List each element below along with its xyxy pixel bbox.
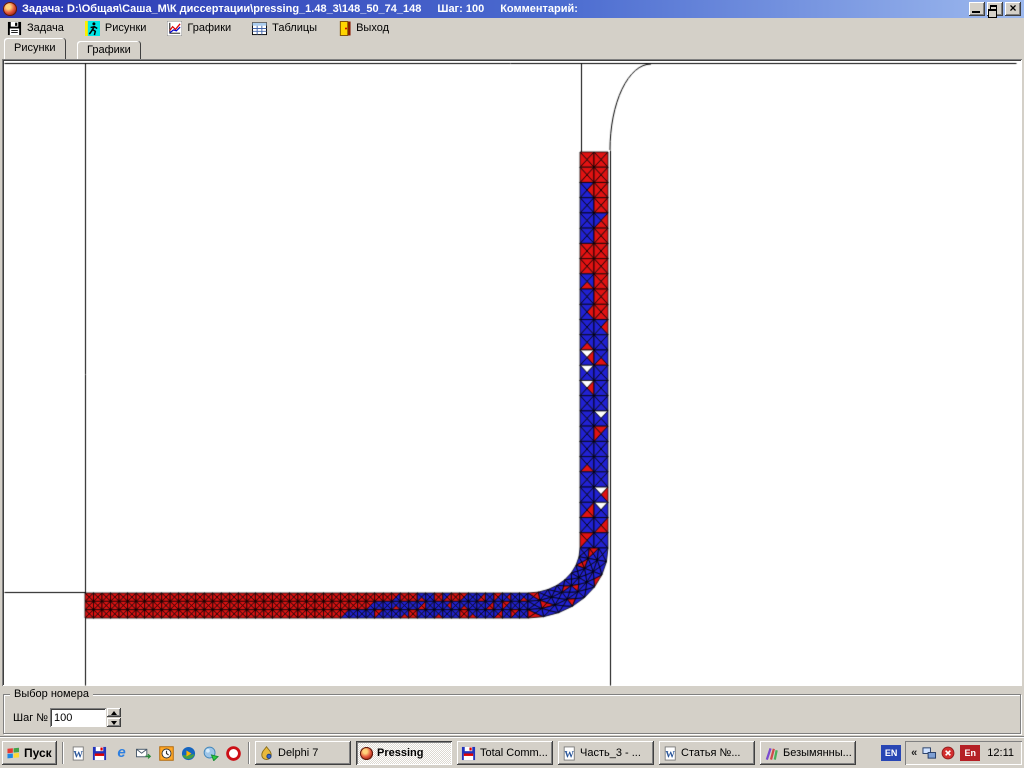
language-indicator[interactable]: EN — [881, 745, 901, 761]
step-number-input[interactable] — [50, 708, 106, 727]
task-pressing-label: Pressing — [377, 747, 423, 759]
task-word-doc-2[interactable]: W Статья №... — [659, 741, 755, 765]
minimize-button[interactable] — [969, 2, 985, 16]
taskbar: Пуск We Delphi 7 Pressing Total Comm... W Ча… — [0, 737, 1024, 768]
pressing-icon — [360, 747, 373, 760]
total-commander-icon[interactable] — [92, 746, 107, 761]
task-button[interactable]: Задача — [3, 20, 68, 37]
start-button[interactable]: Пуск — [2, 741, 57, 765]
svg-text:W: W — [73, 749, 83, 760]
task-delphi[interactable]: Delphi 7 — [255, 741, 351, 765]
title-bar: Задача: D:\Общая\Саша_М\К диссертации\pr… — [0, 0, 1024, 18]
taskbar-separator — [62, 742, 64, 764]
charts-button[interactable]: Графики — [163, 20, 235, 37]
tab-pictures[interactable]: Рисунки — [4, 38, 66, 59]
download-sphere-icon[interactable] — [203, 746, 219, 761]
save-icon — [7, 21, 22, 36]
screen: { "window": { "title_task": "Задача: D:\… — [0, 0, 1024, 768]
restore-icon — [990, 5, 997, 12]
system-tray: « En 12:11 — [905, 741, 1022, 765]
window-title: Задача: D:\Общая\Саша_М\К диссертации\pr… — [22, 3, 594, 15]
app-icon — [3, 2, 17, 16]
restore-button[interactable] — [987, 2, 1003, 16]
step-down-button[interactable] — [107, 718, 121, 727]
task-total-commander[interactable]: Total Comm... — [457, 741, 553, 765]
tray-icons — [922, 746, 955, 760]
ie-icon[interactable]: e — [114, 746, 129, 761]
task-buttons: Delphi 7 Pressing Total Comm... W Часть_3 - … — [255, 741, 856, 765]
task-total-commander-label: Total Comm... — [480, 747, 548, 759]
tray-chevron-icon[interactable]: « — [911, 747, 917, 759]
svg-text:W: W — [665, 749, 675, 760]
toolbar: Задача Рисунки Графики Таблицы Выход — [0, 18, 1024, 38]
charts-button-label: Графики — [187, 22, 231, 34]
title-step: Шаг: 100 — [437, 3, 484, 15]
step-spinner — [107, 708, 121, 727]
task-delphi-label: Delphi 7 — [278, 747, 318, 759]
task-word-doc-1-label: Часть_3 - ... — [580, 747, 641, 759]
network-icon[interactable] — [922, 746, 937, 760]
colored-pencils-icon — [764, 746, 779, 761]
task-word-doc-2-label: Статья №... — [681, 747, 741, 759]
opera-icon[interactable] — [226, 746, 241, 761]
delphi-icon — [259, 746, 274, 761]
table-icon — [252, 21, 267, 36]
pictures-button[interactable]: Рисунки — [81, 20, 151, 37]
tray-wrap: EN « En 12:11 — [881, 741, 1022, 765]
minimize-icon — [972, 11, 980, 13]
pictures-button-label: Рисунки — [105, 22, 147, 34]
chart-icon — [167, 21, 182, 36]
word-icon: W — [663, 746, 677, 761]
fem-mesh-canvas — [2, 59, 1022, 686]
step-panel: Выбор номера Шаг № — [0, 686, 1024, 737]
media-player-icon[interactable] — [181, 746, 196, 761]
task-pressing[interactable]: Pressing — [356, 741, 452, 765]
tables-button[interactable]: Таблицы — [248, 20, 321, 37]
title-comment: Комментарий: — [500, 3, 578, 15]
step-up-button[interactable] — [107, 708, 121, 717]
task-untitled-label: Безымянны... — [783, 747, 852, 759]
runner-icon — [85, 21, 100, 36]
quick-launch: We — [69, 746, 243, 761]
tray-clock: 12:11 — [985, 747, 1016, 759]
windows-flag-icon — [6, 747, 21, 760]
exit-button[interactable]: Выход — [334, 20, 393, 37]
tables-button-label: Таблицы — [272, 22, 317, 34]
total-commander-icon — [461, 746, 476, 761]
tab-charts[interactable]: Графики — [77, 41, 141, 59]
close-button[interactable]: × — [1005, 2, 1021, 16]
taskbar-separator — [248, 742, 250, 764]
task-button-label: Задача — [27, 22, 64, 34]
door-icon — [338, 21, 351, 36]
word-icon: W — [562, 746, 576, 761]
outlook-express-icon[interactable] — [136, 746, 152, 761]
punto-language-indicator[interactable]: En — [960, 745, 980, 761]
step-group-box: Выбор номера Шаг № — [3, 694, 1021, 734]
tab-bar: Рисунки Графики — [0, 38, 1024, 59]
step-number-label: Шаг № — [13, 712, 48, 724]
task-word-doc-1[interactable]: W Часть_3 - ... — [558, 741, 654, 765]
exit-button-label: Выход — [356, 22, 389, 34]
drawing-area — [2, 59, 1022, 686]
scheduler-icon[interactable] — [159, 746, 174, 761]
svg-text:W: W — [564, 749, 574, 760]
step-group-title: Выбор номера — [10, 688, 93, 700]
word-icon[interactable]: W — [71, 746, 85, 761]
task-untitled[interactable]: Безымянны... — [760, 741, 856, 765]
shield-icon[interactable] — [941, 746, 955, 760]
window-controls: × — [969, 2, 1021, 16]
title-task-path: Задача: D:\Общая\Саша_М\К диссертации\pr… — [22, 3, 421, 15]
start-label: Пуск — [24, 746, 52, 760]
